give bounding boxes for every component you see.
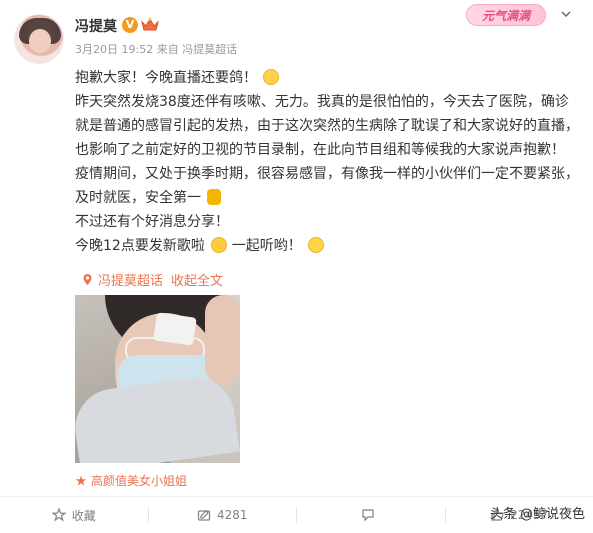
topic-link[interactable]: 冯提莫超话 (98, 270, 163, 289)
chevron-down-icon[interactable] (560, 8, 572, 20)
photo-arm (75, 372, 240, 463)
favorite-button[interactable]: 收藏 (0, 497, 148, 533)
post-photo[interactable] (75, 295, 240, 463)
post-line: 疫情期间，又处于换季时期，很容易感冒，有像我一样的小伙伴们一定不要紧张，及时就医… (75, 162, 580, 210)
repost-icon (197, 508, 211, 522)
photo-hand (205, 295, 240, 385)
star-icon (52, 508, 66, 522)
location-icon (75, 475, 87, 487)
collapse-link[interactable]: 收起全文 (171, 270, 223, 289)
avatar[interactable] (14, 14, 64, 64)
avatar-face (29, 29, 51, 53)
author-name[interactable]: 冯提莫 (75, 16, 117, 36)
post-meta: 3月20日 19:52 来自 冯提莫超话 (75, 41, 237, 57)
post-body: 抱歉大家！今晚直播还要鸽！ 昨天突然发烧38度还伴有咳嗽、无力。我真的是很怕怕的… (75, 66, 580, 258)
crying-emoji-icon (263, 69, 279, 85)
favorite-label: 收藏 (72, 507, 96, 524)
post-text: 抱歉大家！今晚直播还要鸽！ (75, 70, 257, 86)
post-text: 今晚12点要发新歌啦 (75, 238, 205, 254)
post-text: 一起听哟！ (232, 238, 302, 254)
post-line: 今晚12点要发新歌啦 一起听哟！ (75, 234, 580, 258)
watermark: 头条 @鲸说夜色 (490, 503, 585, 522)
post-text: 疫情期间，又处于换季时期，很容易感冒，有像我一样的小伙伴们一定不要紧张，及时就医… (75, 166, 579, 206)
post-line: 抱歉大家！今晚直播还要鸽！ (75, 66, 580, 90)
repost-count: 4281 (217, 508, 248, 522)
post-paragraph: 昨天突然发烧38度还伴有咳嗽、无力。我真的是很怕怕的，今天去了医院，确诊就是普通… (75, 90, 580, 162)
weibo-post-card: 冯提莫 V 3月20日 19:52 来自 冯提莫超话 元气满满 抱歉大家！今晚直… (0, 0, 593, 532)
tongue-emoji-icon (308, 237, 324, 253)
topic-icon (81, 273, 94, 286)
smug-emoji-icon (211, 237, 227, 253)
strong-arm-emoji-icon (207, 189, 221, 205)
post-line: 不过还有个好消息分享！ (75, 210, 580, 234)
location-row[interactable]: 高颜值美女小姐姐 (75, 472, 187, 489)
crown-icon (141, 16, 159, 32)
comment-button[interactable] (297, 497, 445, 533)
comment-icon (361, 508, 375, 522)
location-label: 高颜值美女小姐姐 (91, 472, 187, 489)
repost-button[interactable]: 4281 (149, 497, 297, 533)
topic-row: 冯提莫超话 收起全文 (81, 270, 223, 289)
pill-badge: 元气满满 (466, 4, 546, 26)
verified-icon: V (122, 17, 138, 33)
